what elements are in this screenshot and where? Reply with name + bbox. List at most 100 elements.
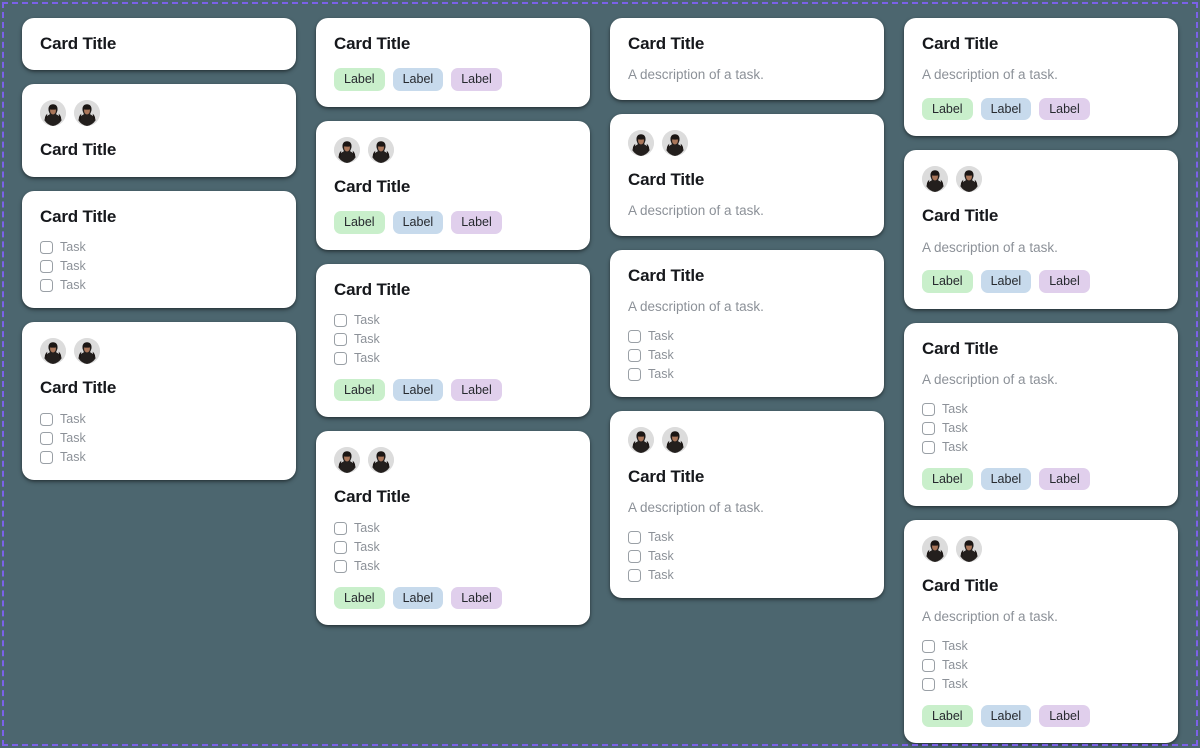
task-checkbox[interactable] <box>334 521 347 535</box>
card[interactable]: Card Title A description of a task. Task Ta… <box>904 519 1178 744</box>
task-checkbox[interactable] <box>40 450 53 464</box>
task-row[interactable]: Task <box>334 313 572 327</box>
avatar[interactable] <box>628 129 654 156</box>
label-chip[interactable]: Label <box>392 211 444 234</box>
task-row[interactable]: Task <box>628 367 866 381</box>
task-checkbox[interactable] <box>40 412 53 426</box>
label-chip[interactable]: Label <box>980 467 1032 490</box>
task-checkbox[interactable] <box>628 329 641 343</box>
label-chip[interactable]: Label <box>392 378 444 402</box>
task-row[interactable]: Task <box>40 450 278 464</box>
label-chip[interactable]: Label <box>1039 270 1090 293</box>
card[interactable]: Card Title A description of a task. <box>610 113 884 236</box>
task-row[interactable]: Task <box>922 639 1160 653</box>
task-row[interactable]: Task <box>922 677 1160 691</box>
label-chip[interactable]: Label <box>922 270 973 293</box>
task-checkbox[interactable] <box>628 530 641 544</box>
task-checkbox[interactable] <box>334 559 347 573</box>
task-row[interactable]: Task <box>628 530 866 544</box>
card[interactable]: Card Title A description of a task. Task Ta… <box>904 322 1178 506</box>
task-row[interactable]: Task <box>922 658 1160 672</box>
label-chip[interactable]: Label <box>1039 97 1090 121</box>
label-chip[interactable]: Label <box>922 467 973 490</box>
label-chip[interactable]: Label <box>1039 467 1090 490</box>
card[interactable]: Card Title Task Task Task <box>22 322 296 480</box>
label-chip[interactable]: Label <box>392 68 444 91</box>
task-checkbox[interactable] <box>40 260 53 274</box>
card[interactable]: Card Title A description of a task. Task Ta… <box>610 249 884 397</box>
task-row[interactable]: Task <box>334 540 572 554</box>
label-chip[interactable]: Label <box>980 704 1032 728</box>
avatar[interactable] <box>922 166 948 193</box>
avatar[interactable] <box>74 338 100 365</box>
task-row[interactable]: Task <box>628 549 866 563</box>
task-row[interactable]: Task <box>334 559 572 573</box>
task-row[interactable]: Task <box>40 279 278 293</box>
task-checkbox[interactable] <box>40 431 53 445</box>
card[interactable]: Card Title <box>22 84 296 177</box>
task-row[interactable]: Task <box>334 521 572 535</box>
task-row[interactable]: Task <box>922 402 1160 416</box>
task-checkbox[interactable] <box>922 440 935 454</box>
card[interactable]: Card Title Task Task Task Label Label Label <box>316 431 590 626</box>
avatar[interactable] <box>956 535 982 562</box>
avatar[interactable] <box>74 100 100 127</box>
card[interactable]: Card Title A description of a task. Task Ta… <box>610 410 884 598</box>
task-checkbox[interactable] <box>334 313 347 327</box>
label-chip[interactable]: Label <box>334 586 385 610</box>
task-row[interactable]: Task <box>922 440 1160 454</box>
task-checkbox[interactable] <box>922 402 935 416</box>
task-checkbox[interactable] <box>922 421 935 435</box>
avatar[interactable] <box>40 100 66 127</box>
card[interactable]: Card Title Label Label Label <box>316 18 590 107</box>
avatar[interactable] <box>956 166 982 193</box>
avatar[interactable] <box>334 136 360 163</box>
label-chip[interactable]: Label <box>922 704 973 728</box>
task-checkbox[interactable] <box>628 367 641 381</box>
avatar[interactable] <box>662 129 688 156</box>
task-row[interactable]: Task <box>40 260 278 274</box>
label-chip[interactable]: Label <box>980 270 1032 293</box>
card[interactable]: Card Title Task Task Task <box>22 190 296 309</box>
task-checkbox[interactable] <box>334 540 347 554</box>
label-chip[interactable]: Label <box>980 97 1032 121</box>
task-row[interactable]: Task <box>628 348 866 362</box>
task-row[interactable]: Task <box>334 351 572 365</box>
card[interactable]: Card Title A description of a task. Label L… <box>904 18 1178 137</box>
label-chip[interactable]: Label <box>451 68 502 91</box>
task-checkbox[interactable] <box>334 351 347 365</box>
label-chip[interactable]: Label <box>922 97 973 121</box>
label-chip[interactable]: Label <box>451 586 502 610</box>
avatar[interactable] <box>40 338 66 365</box>
task-row[interactable]: Task <box>628 568 866 582</box>
avatar[interactable] <box>922 535 948 562</box>
avatar[interactable] <box>628 426 654 453</box>
task-checkbox[interactable] <box>628 568 641 582</box>
task-checkbox[interactable] <box>628 348 641 362</box>
card[interactable]: Card Title A description of a task. Label L… <box>904 150 1178 309</box>
avatar[interactable] <box>368 447 394 474</box>
task-checkbox[interactable] <box>922 658 935 672</box>
task-row[interactable]: Task <box>40 241 278 255</box>
task-checkbox[interactable] <box>40 279 53 293</box>
task-row[interactable]: Task <box>40 431 278 445</box>
task-row[interactable]: Task <box>628 329 866 343</box>
task-row[interactable]: Task <box>334 332 572 346</box>
task-checkbox[interactable] <box>922 639 935 653</box>
card[interactable]: Card Title A description of a task. <box>610 18 884 100</box>
label-chip[interactable]: Label <box>1039 704 1090 728</box>
label-chip[interactable]: Label <box>334 211 385 234</box>
label-chip[interactable]: Label <box>392 586 444 610</box>
task-checkbox[interactable] <box>334 332 347 346</box>
task-checkbox[interactable] <box>628 549 641 563</box>
avatar[interactable] <box>662 426 688 453</box>
label-chip[interactable]: Label <box>334 68 385 91</box>
label-chip[interactable]: Label <box>451 378 502 402</box>
avatar[interactable] <box>368 136 394 163</box>
card[interactable]: Card Title <box>22 18 296 71</box>
card[interactable]: Card Title Label Label Label <box>316 120 590 250</box>
avatar[interactable] <box>334 447 360 474</box>
task-row[interactable]: Task <box>922 421 1160 435</box>
label-chip[interactable]: Label <box>334 378 385 402</box>
task-checkbox[interactable] <box>40 241 53 255</box>
